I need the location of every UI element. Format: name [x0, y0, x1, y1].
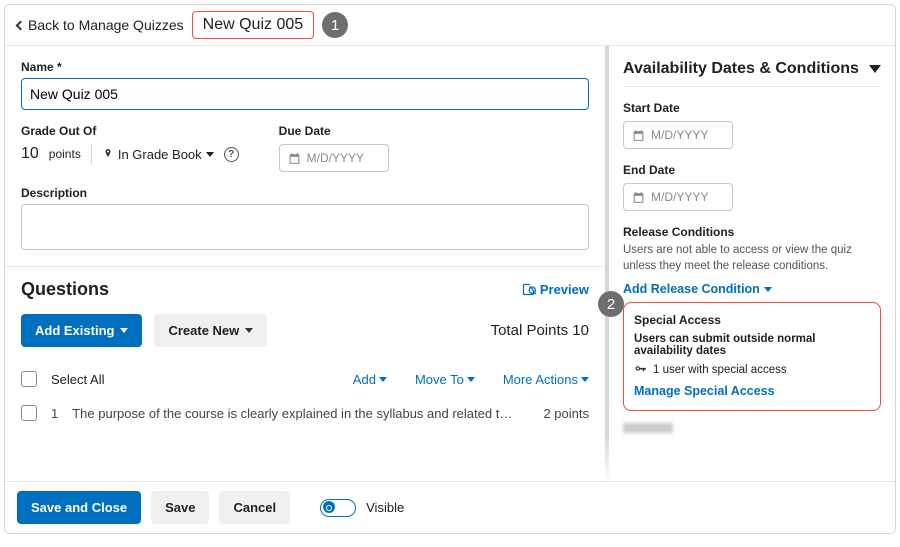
in-gradebook-dropdown[interactable]: In Grade Book — [102, 147, 214, 162]
chevron-down-icon — [581, 377, 589, 382]
top-bar: Back to Manage Quizzes New Quiz 005 1 — [5, 5, 895, 46]
save-and-close-button[interactable]: Save and Close — [17, 491, 141, 524]
end-date-label: End Date — [623, 163, 881, 177]
grade-unit: points — [49, 147, 81, 161]
start-date-placeholder: M/D/YYYY — [651, 128, 708, 142]
help-icon[interactable]: ? — [224, 147, 239, 162]
end-date-input[interactable]: M/D/YYYY — [623, 183, 733, 211]
save-close-label: Save and Close — [31, 500, 127, 515]
eye-icon — [326, 505, 332, 511]
step-1-badge: 1 — [322, 12, 348, 38]
key-icon — [634, 363, 647, 376]
special-access-title: Special Access — [634, 313, 870, 327]
preview-link[interactable]: Preview — [521, 282, 589, 297]
chevron-down-icon — [245, 328, 253, 333]
cancel-label: Cancel — [233, 500, 276, 515]
cancel-button[interactable]: Cancel — [219, 491, 290, 524]
chevron-down-icon — [379, 377, 387, 382]
description-textarea[interactable] — [21, 204, 589, 250]
name-label: Name * — [21, 60, 589, 74]
start-date-label: Start Date — [623, 101, 881, 115]
end-date-placeholder: M/D/YYYY — [651, 190, 708, 204]
release-conditions-title: Release Conditions — [623, 225, 881, 239]
start-date-input[interactable]: M/D/YYYY — [623, 121, 733, 149]
select-all-label: Select All — [51, 372, 104, 387]
collapse-caret-icon — [869, 65, 881, 73]
more-actions-label: More Actions — [503, 372, 578, 387]
step-2-badge: 2 — [598, 291, 624, 317]
calendar-icon — [632, 191, 645, 204]
questions-heading: Questions — [21, 279, 109, 300]
chevron-left-icon — [16, 20, 26, 30]
question-text: The purpose of the course is clearly exp… — [72, 406, 529, 421]
description-label: Description — [21, 186, 589, 200]
due-date-label: Due Date — [279, 124, 389, 138]
total-points: Total Points 10 — [491, 322, 589, 339]
calendar-icon — [632, 129, 645, 142]
question-number: 1 — [51, 406, 58, 421]
select-all-checkbox[interactable] — [21, 371, 37, 387]
more-actions-menu[interactable]: More Actions — [503, 372, 589, 387]
gradebook-label: In Grade Book — [118, 147, 202, 162]
quiz-title-highlight: New Quiz 005 — [192, 11, 315, 39]
quiz-title-text: New Quiz 005 — [203, 16, 304, 33]
chevron-down-icon — [120, 328, 128, 333]
visibility-toggle[interactable] — [320, 499, 356, 517]
due-date-placeholder: M/D/YYYY — [307, 151, 364, 165]
move-to-label: Move To — [415, 372, 464, 387]
obscured-content — [623, 423, 673, 433]
special-access-highlight: 2 Special Access Users can submit outsid… — [623, 302, 881, 411]
save-label: Save — [165, 500, 195, 515]
preview-label: Preview — [540, 282, 589, 297]
main-column: Name * Grade Out Of 10 points In Grade B… — [5, 46, 605, 484]
pin-icon — [102, 148, 114, 160]
release-conditions-desc: Users are not able to access or view the… — [623, 243, 881, 274]
special-access-summary: Users can submit outside normal availabi… — [634, 333, 870, 357]
side-panel: Availability Dates & Conditions Start Da… — [605, 46, 895, 484]
footer-bar: Save and Close Save Cancel Visible — [5, 481, 895, 533]
visibility-label: Visible — [366, 500, 404, 515]
grade-value: 10 — [21, 145, 39, 163]
back-to-quizzes-link[interactable]: Back to Manage Quizzes — [17, 17, 184, 33]
move-to-menu[interactable]: Move To — [415, 372, 475, 387]
add-rc-label: Add Release Condition — [623, 282, 760, 296]
question-points: 2 points — [543, 406, 589, 421]
chevron-down-icon — [206, 152, 214, 157]
manage-sa-label: Manage Special Access — [634, 384, 775, 398]
due-date-input[interactable]: M/D/YYYY — [279, 144, 389, 172]
save-button[interactable]: Save — [151, 491, 209, 524]
question-checkbox[interactable] — [21, 405, 37, 421]
divider — [91, 144, 92, 164]
back-label: Back to Manage Quizzes — [28, 17, 184, 33]
add-existing-label: Add Existing — [35, 323, 114, 338]
manage-special-access-link[interactable]: Manage Special Access — [634, 384, 775, 398]
special-access-count: 1 user with special access — [634, 363, 870, 376]
grade-label: Grade Out Of — [21, 124, 239, 138]
chevron-down-icon — [764, 287, 772, 292]
availability-title: Availability Dates & Conditions — [623, 60, 859, 78]
add-menu-label: Add — [353, 372, 376, 387]
create-new-label: Create New — [168, 323, 239, 338]
create-new-button[interactable]: Create New — [154, 314, 267, 347]
chevron-down-icon — [467, 377, 475, 382]
add-existing-button[interactable]: Add Existing — [21, 314, 142, 347]
add-menu[interactable]: Add — [353, 372, 387, 387]
preview-icon — [521, 282, 536, 297]
availability-header[interactable]: Availability Dates & Conditions — [623, 60, 881, 87]
name-input[interactable] — [21, 78, 589, 110]
calendar-icon — [288, 152, 301, 165]
question-row[interactable]: 1 The purpose of the course is clearly e… — [21, 405, 589, 421]
special-access-count-text: 1 user with special access — [653, 364, 787, 376]
add-release-condition-link[interactable]: Add Release Condition — [623, 282, 772, 296]
